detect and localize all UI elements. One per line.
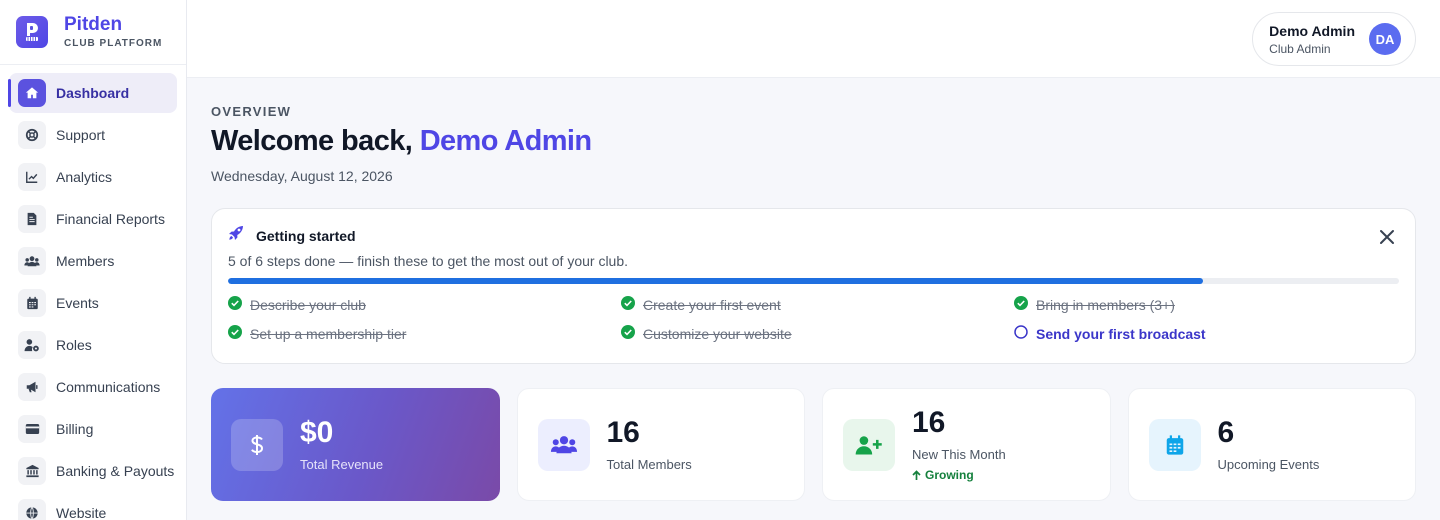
check-circle-icon xyxy=(228,295,242,315)
stat-label: New This Month xyxy=(912,447,1006,462)
brand[interactable]: Pitden CLUB PLATFORM xyxy=(0,0,186,65)
stat-label: Upcoming Events xyxy=(1217,457,1320,472)
close-icon xyxy=(1380,230,1394,244)
calendar-icon xyxy=(18,289,46,317)
file-invoice-icon xyxy=(18,205,46,233)
getting-started-card: Getting started 5 of 6 steps done — fini… xyxy=(211,208,1416,364)
stat-trend: Growing xyxy=(912,468,1006,482)
calendar-icon xyxy=(1148,418,1201,471)
step-item[interactable]: Set up a membership tier xyxy=(228,323,621,345)
sidebar-item-members[interactable]: Members xyxy=(9,241,177,281)
empty-circle-icon xyxy=(1014,324,1028,344)
stat-value: 16 xyxy=(606,416,640,449)
stat-label: Total Members xyxy=(606,457,692,472)
stat-card-total-revenue[interactable]: $0 Total Revenue xyxy=(211,388,500,501)
brand-logo-icon xyxy=(16,16,48,48)
sidebar-item-roles[interactable]: Roles xyxy=(9,325,177,365)
sidebar: Pitden CLUB PLATFORM Dashboard Support A… xyxy=(0,0,187,520)
step-label: Describe your club xyxy=(250,297,366,313)
stat-trend-label: Growing xyxy=(925,468,974,482)
step-label: Create your first event xyxy=(643,297,781,313)
sidebar-item-label: Roles xyxy=(56,337,92,353)
stat-value: $0 xyxy=(300,416,334,449)
check-circle-icon xyxy=(1014,295,1028,315)
sidebar-item-label: Members xyxy=(56,253,115,269)
step-item[interactable]: Send your first broadcast xyxy=(1014,323,1394,345)
sidebar-item-label: Website xyxy=(56,505,107,520)
stats-row: $0 Total Revenue 16 Total Members 16 New… xyxy=(211,388,1416,501)
users-icon xyxy=(18,247,46,275)
sidebar-item-label: Analytics xyxy=(56,169,113,185)
user-role: Club Admin xyxy=(1269,41,1331,56)
sidebar-item-label: Support xyxy=(56,127,106,143)
step-label: Customize your website xyxy=(643,326,792,342)
stat-card-total-members[interactable]: 16 Total Members xyxy=(516,388,805,501)
sidebar-nav: Dashboard Support Analytics Financial Re… xyxy=(0,65,186,520)
stat-label: Total Revenue xyxy=(300,457,384,472)
main-content: OVERVIEW Welcome back, Demo Admin Wednes… xyxy=(211,78,1416,501)
stat-card-upcoming-events[interactable]: 6 Upcoming Events xyxy=(1127,388,1416,501)
step-label: Set up a membership tier xyxy=(250,326,407,342)
sidebar-item-support[interactable]: Support xyxy=(9,115,177,155)
sidebar-item-communications[interactable]: Communications xyxy=(9,367,177,407)
progress-bar-fill xyxy=(228,278,1204,284)
step-item[interactable]: Bring in members (3+) xyxy=(1014,294,1394,316)
progress-bar xyxy=(228,278,1399,284)
rocket-icon xyxy=(228,225,244,246)
close-button[interactable] xyxy=(1375,225,1399,249)
user-plus-icon xyxy=(843,418,895,471)
check-circle-icon xyxy=(621,324,635,344)
lifebuoy-icon xyxy=(18,121,46,149)
sidebar-item-dashboard[interactable]: Dashboard xyxy=(8,73,177,113)
megaphone-icon xyxy=(18,373,46,401)
chart-line-icon xyxy=(18,163,46,191)
sidebar-item-billing[interactable]: Billing xyxy=(9,409,177,449)
user-cog-icon xyxy=(18,331,46,359)
sidebar-item-financial-reports[interactable]: Financial Reports xyxy=(9,199,177,239)
step-item[interactable]: Customize your website xyxy=(621,323,1014,345)
user-menu-button[interactable]: Demo Admin Club Admin DA xyxy=(1252,12,1416,66)
welcome-name: Demo Admin xyxy=(419,125,592,157)
sidebar-item-website[interactable]: Website xyxy=(9,493,177,520)
step-link-send-broadcast[interactable]: Send your first broadcast xyxy=(1036,326,1206,342)
sidebar-item-label: Banking & Payouts xyxy=(56,463,175,479)
current-date: Wednesday, August 12, 2026 xyxy=(211,168,393,184)
section-eyebrow: OVERVIEW xyxy=(211,104,292,119)
sidebar-item-label: Billing xyxy=(56,421,94,437)
sidebar-item-label: Financial Reports xyxy=(56,211,165,227)
users-icon xyxy=(537,418,590,471)
bank-icon xyxy=(18,457,46,485)
credit-card-icon xyxy=(18,415,46,443)
arrow-up-icon xyxy=(912,469,921,480)
sidebar-item-label: Dashboard xyxy=(56,85,130,101)
step-item[interactable]: Describe your club xyxy=(228,294,621,316)
steps-grid: Describe your club Create your first eve… xyxy=(228,294,1399,345)
user-name: Demo Admin xyxy=(1269,22,1355,39)
step-item[interactable]: Create your first event xyxy=(621,294,1014,316)
sidebar-item-banking-payouts[interactable]: Banking & Payouts xyxy=(9,451,177,491)
brand-tagline: CLUB PLATFORM xyxy=(64,38,163,49)
check-circle-icon xyxy=(228,324,242,344)
stat-value: 6 xyxy=(1217,416,1235,449)
sidebar-item-label: Communications xyxy=(56,379,161,395)
step-label: Bring in members (3+) xyxy=(1036,297,1175,313)
top-bar: Demo Admin Club Admin DA xyxy=(187,0,1440,78)
home-icon xyxy=(18,79,46,107)
getting-started-subtitle: 5 of 6 steps done — finish these to get … xyxy=(228,253,629,269)
sidebar-item-events[interactable]: Events xyxy=(9,283,177,323)
globe-icon xyxy=(18,499,46,520)
getting-started-title: Getting started xyxy=(256,227,356,244)
brand-name: Pitden xyxy=(64,14,123,35)
avatar: DA xyxy=(1369,23,1401,55)
page-title: Welcome back, Demo Admin xyxy=(211,125,1416,158)
sidebar-item-label: Events xyxy=(56,295,99,311)
check-circle-icon xyxy=(621,295,635,315)
dollar-icon xyxy=(231,418,283,471)
sidebar-item-analytics[interactable]: Analytics xyxy=(9,157,177,197)
stat-value: 16 xyxy=(912,406,946,439)
stat-card-new-this-month[interactable]: 16 New This Month Growing xyxy=(822,388,1111,501)
welcome-prefix: Welcome back, xyxy=(211,125,413,157)
